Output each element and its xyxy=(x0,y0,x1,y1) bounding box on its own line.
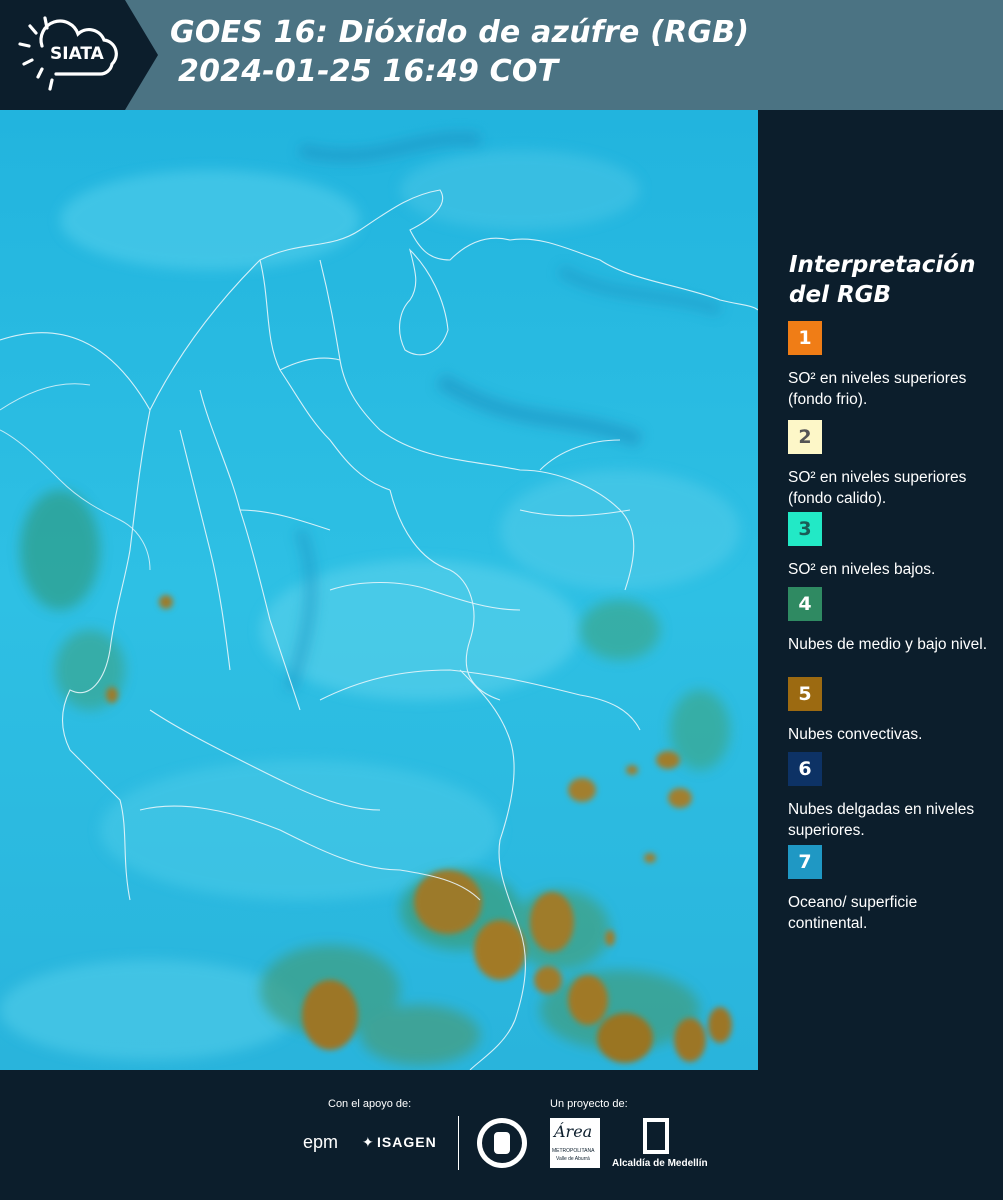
legend-item-3: 3 SO² en niveles bajos. xyxy=(788,512,998,580)
project-label: Un proyecto de: xyxy=(550,1098,628,1110)
legend-label-1: SO² en niveles superiores (fondo frio). xyxy=(788,370,967,408)
legend-label-7: Oceano/ superficie continental. xyxy=(788,894,918,932)
legend-item-4: 4 Nubes de medio y bajo nivel. xyxy=(788,587,998,655)
area-logo-text: Área xyxy=(554,1122,593,1141)
legend-item-6: 6 Nubes delgadas en niveles superiores. xyxy=(788,752,998,841)
legend-number-1: 1 xyxy=(798,327,812,349)
medellin-seal xyxy=(477,1118,527,1168)
legend-title: Interpretación del RGB xyxy=(789,250,989,310)
area-logo-sub: METROPOLITANA xyxy=(552,1148,595,1154)
page-timestamp: 2024-01-25 16:49 COT xyxy=(178,54,559,89)
legend-label-2: SO² en niveles superiores (fondo calido)… xyxy=(788,469,967,507)
isagen-mark-icon: ✦ xyxy=(362,1134,374,1150)
legend-item-1: 1 SO² en niveles superiores (fondo frio)… xyxy=(788,321,998,410)
legend-swatch-1: 1 xyxy=(788,321,822,355)
header-bar: SIATA GOES 16: Dióxido de azúfre (RGB) 2… xyxy=(0,0,1003,110)
isagen-logo: ISAGEN xyxy=(377,1134,437,1150)
support-label: Con el apoyo de: xyxy=(328,1098,412,1110)
legend-item-7: 7 Oceano/ superficie continental. xyxy=(788,845,998,934)
legend-number-7: 7 xyxy=(798,851,812,873)
legend-label-5: Nubes convectivas. xyxy=(788,726,923,743)
siata-logo-text: SIATA xyxy=(50,44,104,64)
legend-item-2: 2 SO² en niveles superiores (fondo calid… xyxy=(788,420,998,509)
legend-number-6: 6 xyxy=(798,758,812,780)
legend-swatch-6: 6 xyxy=(788,752,822,786)
area-metropolitana-logo: Área METROPOLITANA Valle de Aburrá xyxy=(550,1118,600,1168)
footer-divider xyxy=(458,1116,459,1170)
alcaldia-shield-icon xyxy=(643,1118,669,1154)
legend-label-4: Nubes de medio y bajo nivel. xyxy=(788,636,988,653)
legend-swatch-7: 7 xyxy=(788,845,822,879)
area-logo-sub2: Valle de Aburrá xyxy=(556,1156,590,1162)
legend-title-line2: del RGB xyxy=(789,282,892,308)
legend-panel: Interpretación del RGB 1 SO² en niveles … xyxy=(758,110,1003,1070)
alcaldia-logo: Alcaldía de Medellín xyxy=(612,1158,708,1169)
legend-number-3: 3 xyxy=(798,518,812,540)
legend-swatch-2: 2 xyxy=(788,420,822,454)
epm-logo: epm xyxy=(303,1132,339,1152)
legend-swatch-4: 4 xyxy=(788,587,822,621)
legend-number-5: 5 xyxy=(798,683,812,705)
legend-label-3: SO² en niveles bajos. xyxy=(788,561,936,578)
legend-number-2: 2 xyxy=(798,426,812,448)
legend-swatch-5: 5 xyxy=(788,677,822,711)
siata-logo: SIATA xyxy=(0,0,160,110)
legend-title-line1: Interpretación xyxy=(789,252,976,278)
legend-item-5: 5 Nubes convectivas. xyxy=(788,677,998,745)
legend-label-6: Nubes delgadas en niveles superiores. xyxy=(788,801,975,839)
legend-number-4: 4 xyxy=(798,593,812,615)
satellite-image xyxy=(0,110,758,1070)
satellite-map[interactable] xyxy=(0,110,758,1070)
footer: Con el apoyo de: Un proyecto de: epm ✦ I… xyxy=(0,1070,1003,1200)
page-title: GOES 16: Dióxido de azúfre (RGB) xyxy=(170,15,750,50)
legend-swatch-3: 3 xyxy=(788,512,822,546)
